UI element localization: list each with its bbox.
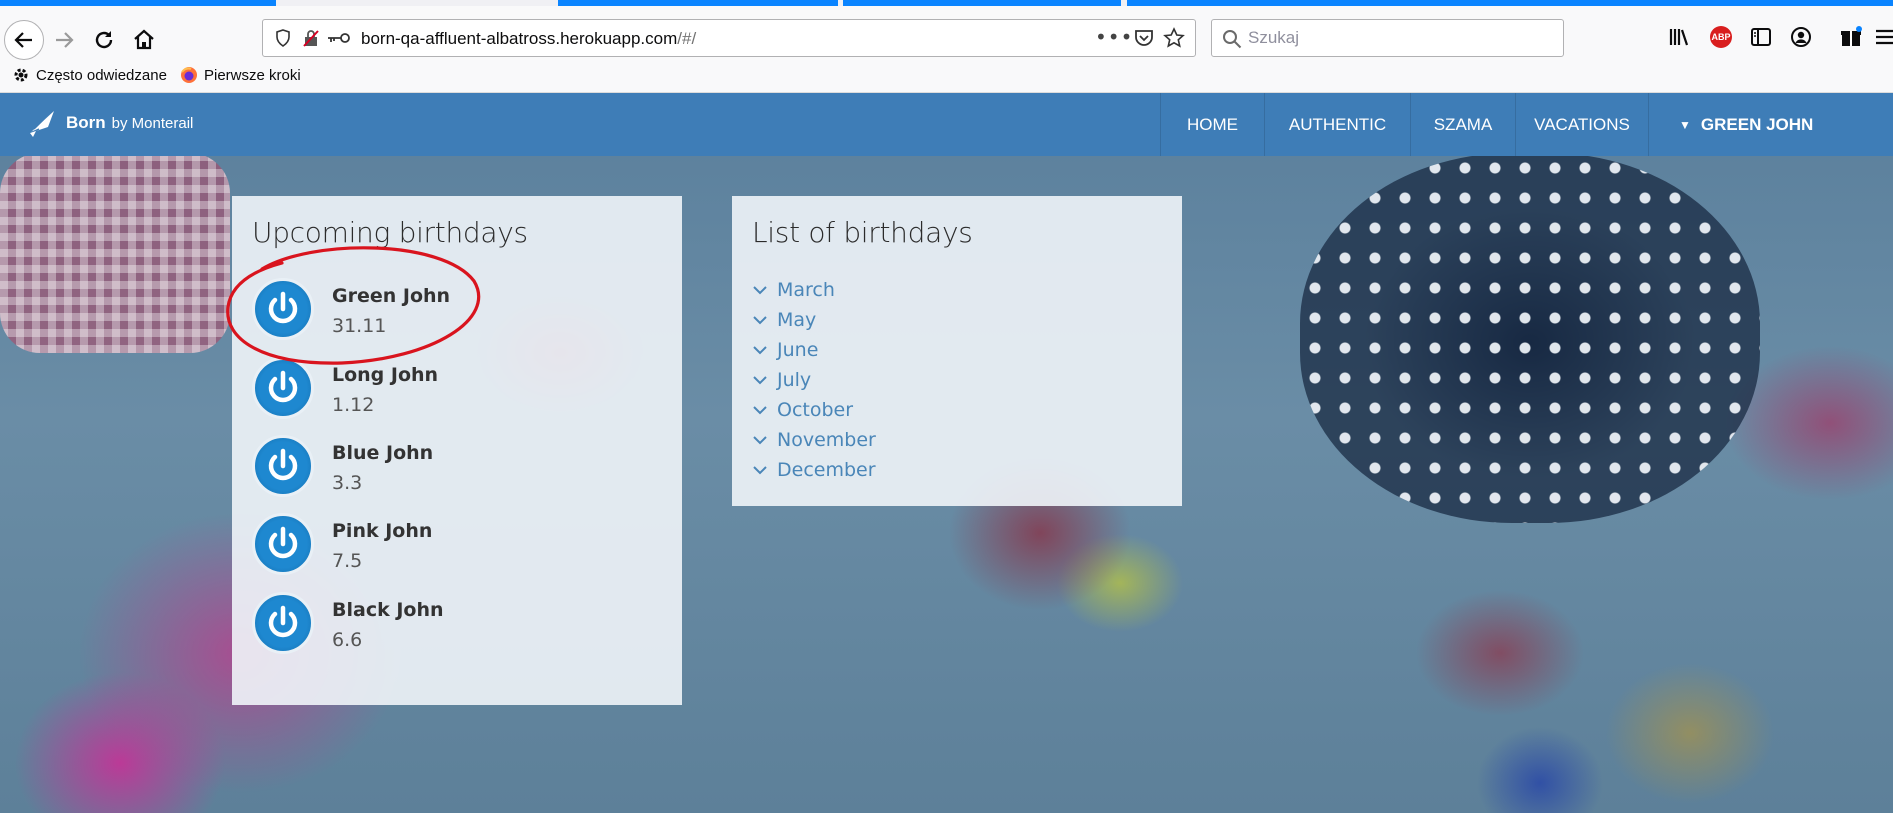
forward-button[interactable] [46,22,82,58]
nav-home[interactable]: HOME [1160,93,1264,156]
chevron-down-icon [753,286,767,295]
bookmark-item[interactable]: Często odwiedzane [12,66,167,84]
chevron-down-icon [753,466,767,475]
gift-extension-icon [1841,26,1862,46]
reload-button[interactable] [86,22,122,58]
user-name: GREEN JOHN [1700,114,1814,134]
search-bar[interactable] [1211,19,1564,57]
bookmarks-toolbar: Często odwiedzane Pierwsze kroki [0,60,1893,93]
reload-icon [95,31,113,49]
bookmark-label: Pierwsze kroki [204,66,301,84]
month-toggle[interactable]: June [752,339,818,361]
url-host: born-qa-affluent-albatross.herokuapp.com [361,29,678,48]
card-title: List of birthdays [752,216,973,249]
month-label: July [777,369,812,391]
person-date: 3.3 [332,472,363,494]
month-toggle[interactable]: December [752,459,876,481]
key-icon[interactable] [325,28,351,48]
month-label: March [777,279,835,301]
page-content: Born by Monterail HOME AUTHENTIC SZAMA V… [0,93,1893,813]
chevron-down-icon [753,316,767,325]
month-label: October [777,399,854,421]
born-logo-icon [29,111,54,137]
insecure-lock-icon[interactable] [301,28,321,48]
month-toggle[interactable]: October [752,399,853,421]
library-icon [1669,29,1689,46]
chevron-down-icon [753,436,767,445]
nav-szama[interactable]: SZAMA [1410,93,1515,156]
month-toggle[interactable]: March [752,279,835,301]
bookmark-item[interactable]: Pierwsze kroki [180,66,301,84]
forward-arrow-icon [56,32,74,48]
home-icon [134,29,154,50]
menu-button[interactable] [1874,24,1893,50]
person-avatar [252,435,314,497]
app-navbar: Born by Monterail HOME AUTHENTIC SZAMA V… [0,93,1893,156]
month-toggle[interactable]: May [752,309,816,331]
month-label: May [777,309,817,331]
hamburger-menu-icon [1876,29,1893,45]
person-name: Long John [332,364,439,386]
firefox-icon [181,67,197,83]
url-path: /#/ [677,29,697,48]
month-label: December [777,459,876,481]
sidebar-icon [1751,28,1771,46]
brand-logo[interactable]: Born by Monterail [26,107,193,139]
account-icon [1791,27,1811,47]
chevron-down-icon [753,406,767,415]
page-actions-menu[interactable]: ••• [1095,25,1133,49]
back-arrow-icon [14,32,32,48]
bookmark-star-icon[interactable] [1163,27,1185,49]
extension-button[interactable] [1838,24,1864,50]
back-button[interactable] [4,20,44,60]
address-bar[interactable]: born-qa-affluent-albatross.herokuapp.com… [262,19,1196,57]
month-label: November [777,429,876,451]
month-toggle[interactable]: November [752,429,876,451]
background-decoration [0,153,230,353]
brand-name: Born [66,113,106,132]
user-menu[interactable]: ▼ GREEN JOHN [1648,93,1893,156]
url-text[interactable]: born-qa-affluent-albatross.herokuapp.com… [361,29,696,49]
bookmark-label: Często odwiedzane [36,66,167,84]
birthday-entry[interactable]: Black John 6.6 [252,592,652,658]
annotation-circle [226,246,481,365]
person-name: Pink John [332,520,433,542]
search-icon [1223,30,1242,49]
birthday-entry[interactable]: Pink John 7.5 [252,513,652,579]
chevron-down-icon [753,376,767,385]
home-button[interactable] [126,22,162,58]
adblock-button[interactable]: ABP [1708,24,1734,50]
chevron-down-icon [753,346,767,355]
account-button[interactable] [1788,24,1814,50]
person-date: 1.12 [332,394,375,416]
browser-toolbar: born-qa-affluent-albatross.herokuapp.com… [0,6,1893,60]
main-nav: HOME AUTHENTIC SZAMA VACATIONS ▼ GREEN J… [1160,93,1893,156]
library-button[interactable] [1666,24,1692,50]
person-avatar [252,513,314,575]
person-date: 7.5 [332,550,363,572]
background-decoration [1300,153,1760,523]
person-date: 6.6 [332,629,363,651]
month-label: June [777,339,819,361]
person-avatar [252,592,314,654]
nav-vacations[interactable]: VACATIONS [1515,93,1648,156]
pocket-icon[interactable] [1133,27,1155,49]
sidebar-button[interactable] [1748,24,1774,50]
caret-down-icon: ▼ [1679,117,1691,132]
gear-icon [14,68,28,82]
person-name: Blue John [332,442,434,464]
nav-authentic[interactable]: AUTHENTIC [1264,93,1410,156]
adblock-plus-icon: ABP [1710,26,1732,48]
month-toggle[interactable]: July [752,369,811,391]
birthday-list-card: List of birthdays March May June July Oc… [732,196,1182,506]
power-icon [268,448,298,481]
person-name: Black John [332,599,444,621]
shield-icon[interactable] [273,28,293,48]
power-icon [268,526,298,559]
power-icon [268,605,298,638]
birthday-entry[interactable]: Blue John 3.3 [252,435,652,501]
search-input[interactable] [1248,28,1548,48]
power-icon [268,370,298,403]
brand-byline: by Monterail [111,114,194,132]
